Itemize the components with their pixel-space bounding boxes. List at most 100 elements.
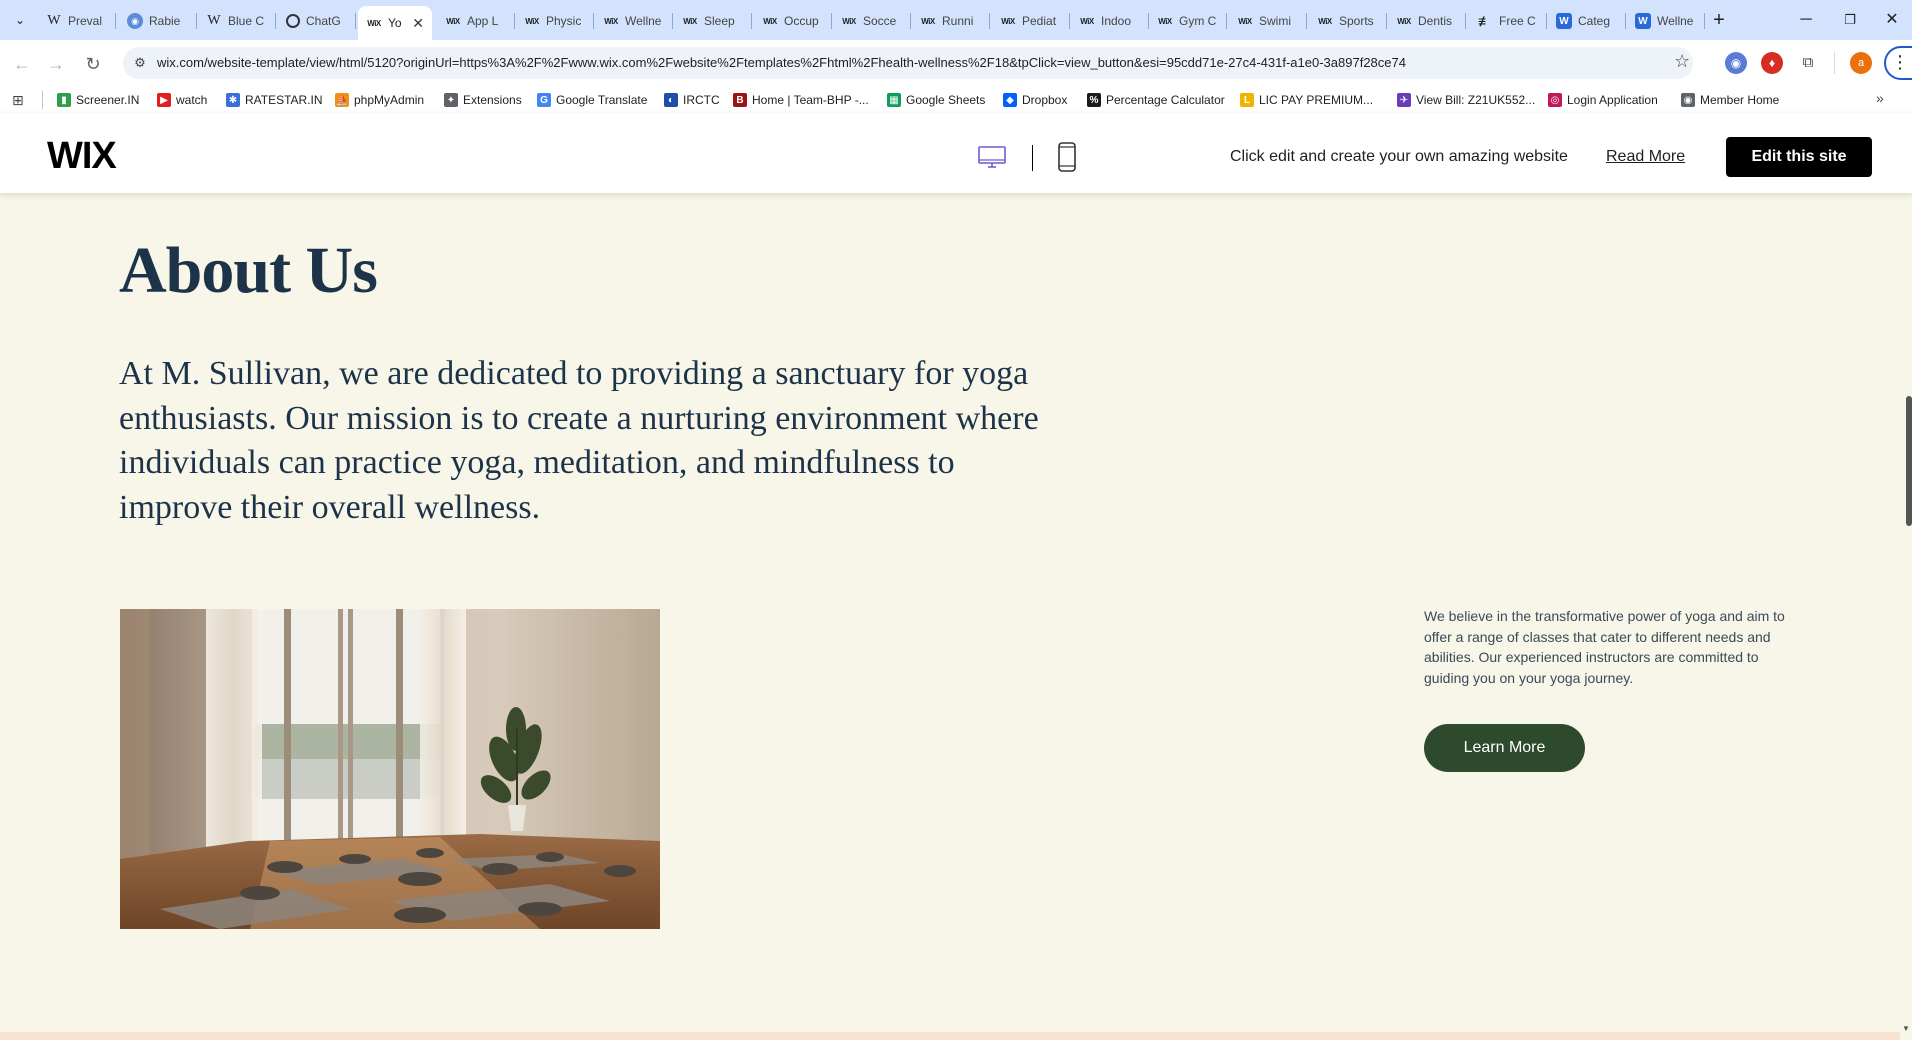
tab-separator: [115, 13, 116, 29]
dropbox-icon: ◆: [1003, 93, 1017, 107]
tab-label: ChatG: [306, 14, 341, 28]
browser-tab[interactable]: WiX Occup: [754, 6, 832, 36]
bookmark-star-icon[interactable]: ☆: [1674, 51, 1690, 72]
tab-label: Preval: [68, 14, 103, 28]
minimize-icon[interactable]: ─: [1786, 6, 1826, 34]
tab-search-chevron-icon[interactable]: ⌄: [10, 10, 30, 30]
bookmark-item[interactable]: ◎ Login Application: [1548, 91, 1658, 109]
wix-icon: WiX: [1397, 16, 1411, 26]
browser-tab[interactable]: WiX App L: [437, 6, 515, 36]
forward-arrow-icon[interactable]: →: [42, 50, 70, 78]
read-more-link[interactable]: Read More: [1606, 148, 1685, 166]
bookmark-label: Login Application: [1567, 93, 1658, 107]
bookmark-item[interactable]: B Home | Team-BHP -...: [733, 91, 869, 109]
translate-icon: G: [537, 93, 551, 107]
scroll-down-arrow-icon[interactable]: ▼: [1902, 1024, 1910, 1033]
wikipedia-icon: W: [47, 13, 61, 28]
edit-this-site-button[interactable]: Edit this site: [1726, 137, 1872, 177]
browser-tab[interactable]: WiX Wellne: [595, 6, 673, 36]
tab-separator: [1226, 13, 1227, 29]
browser-tab[interactable]: WiX Sleep: [674, 6, 752, 36]
browser-tab[interactable]: W Wellne: [1627, 6, 1705, 36]
wix-icon: WiX: [367, 18, 381, 28]
browser-tab[interactable]: WiX Pediat: [992, 6, 1070, 36]
browser-tab[interactable]: W Categ: [1548, 6, 1626, 36]
bookmark-item[interactable]: ◆ Dropbox: [1003, 91, 1067, 109]
puzzle-icon: ✦: [444, 93, 458, 107]
bookmark-item[interactable]: G Google Translate: [537, 91, 647, 109]
learn-more-button[interactable]: Learn More: [1424, 724, 1585, 772]
bookmark-item[interactable]: ✱ RATESTAR.IN: [226, 91, 323, 109]
extensions-puzzle-icon[interactable]: ⧉: [1797, 52, 1819, 74]
bookmark-item[interactable]: ▦ Google Sheets: [887, 91, 985, 109]
wix-icon: WiX: [683, 16, 697, 26]
bookmark-item[interactable]: L LIC PAY PREMIUM...: [1240, 91, 1373, 109]
tab-label: Gym C: [1179, 14, 1217, 28]
browser-tab[interactable]: W Blue C: [198, 6, 276, 36]
irctc-icon: ◐: [664, 93, 678, 107]
apps-grid-icon[interactable]: ⊞: [12, 92, 28, 108]
bookmark-label: Dropbox: [1022, 93, 1068, 107]
browser-tab[interactable]: ≢ Free C: [1469, 6, 1547, 36]
extension-globe-icon[interactable]: ◉: [1725, 52, 1747, 74]
browser-tab[interactable]: WiX Physic: [516, 6, 594, 36]
bookmark-item[interactable]: ✦ Extensions: [444, 91, 522, 109]
bookmark-label: Percentage Calculator: [1106, 93, 1225, 107]
bookmark-item[interactable]: ◐ IRCTC: [664, 91, 720, 109]
browser-tab[interactable]: WiX Sports: [1309, 6, 1387, 36]
tab-separator: [672, 13, 673, 29]
page-scrollbar[interactable]: [1900, 193, 1912, 1033]
close-window-icon[interactable]: ✕: [1872, 6, 1912, 34]
login-icon: ◎: [1548, 93, 1562, 107]
tab-label: Sports: [1339, 14, 1374, 28]
close-tab-icon[interactable]: ✕: [412, 15, 424, 32]
extension-shield-icon[interactable]: ♦: [1761, 52, 1783, 74]
bookmarks-overflow-icon[interactable]: »: [1876, 90, 1884, 106]
mobile-view-icon[interactable]: [1057, 142, 1077, 172]
profile-avatar[interactable]: a: [1850, 52, 1872, 74]
globe-icon: ◉: [1681, 93, 1695, 107]
tab-label: Sleep: [704, 14, 735, 28]
address-url[interactable]: wix.com/website-template/view/html/5120?…: [157, 55, 1406, 70]
browser-tab[interactable]: WiX Dentis: [1388, 6, 1466, 36]
bookmark-item[interactable]: % Percentage Calculator: [1087, 91, 1225, 109]
site-info-icon[interactable]: ⚙: [131, 54, 149, 72]
tab-separator: [1306, 13, 1307, 29]
desktop-view-icon[interactable]: [977, 142, 1007, 172]
bookmark-label: View Bill: Z21UK552...: [1416, 93, 1536, 107]
tab-separator: [196, 13, 197, 29]
browser-menu-icon[interactable]: ⋮: [1884, 46, 1912, 80]
next-section-edge: [0, 1032, 1900, 1040]
tab-separator: [989, 13, 990, 29]
tab-separator: [355, 13, 356, 29]
bookmark-item[interactable]: ✈ View Bill: Z21UK552...: [1397, 91, 1535, 109]
tab-label: Indoo: [1101, 14, 1132, 28]
restore-icon[interactable]: ❐: [1830, 6, 1870, 34]
browser-tab[interactable]: WiX Swimi: [1229, 6, 1307, 36]
tab-separator: [1465, 13, 1466, 29]
bookmark-label: Member Home: [1700, 93, 1780, 107]
browser-tab[interactable]: ◉ Rabie: [119, 6, 197, 36]
browser-tab[interactable]: WiX Yo ✕: [358, 6, 432, 40]
back-arrow-icon[interactable]: ←: [8, 50, 36, 78]
tab-separator: [1069, 13, 1070, 29]
reload-icon[interactable]: ↻: [79, 50, 107, 78]
wix-icon: WiX: [1080, 16, 1094, 26]
bookmark-label: Extensions: [463, 93, 522, 107]
new-tab-plus-icon[interactable]: +: [1706, 8, 1732, 34]
tab-separator: [514, 13, 515, 29]
browser-tab[interactable]: ChatG: [278, 6, 356, 36]
bookmark-item[interactable]: ◉ Member Home: [1681, 91, 1779, 109]
browser-tab[interactable]: W Preval: [38, 6, 116, 36]
bookmarks-divider: [42, 91, 43, 109]
bookmark-item[interactable]: ⛵ phpMyAdmin: [335, 91, 424, 109]
browser-tab[interactable]: WiX Socce: [833, 6, 911, 36]
scrollbar-thumb[interactable]: [1906, 396, 1912, 526]
wix-logo[interactable]: WIX: [47, 135, 117, 178]
bookmark-item[interactable]: ▶ watch: [157, 91, 207, 109]
browser-tab[interactable]: WiX Gym C: [1149, 6, 1227, 36]
tab-label: Wellne: [625, 14, 662, 28]
browser-tab[interactable]: WiX Runni: [912, 6, 990, 36]
bookmark-item[interactable]: ▮ Screener.IN: [57, 91, 139, 109]
browser-tab[interactable]: WiX Indoo: [1071, 6, 1149, 36]
